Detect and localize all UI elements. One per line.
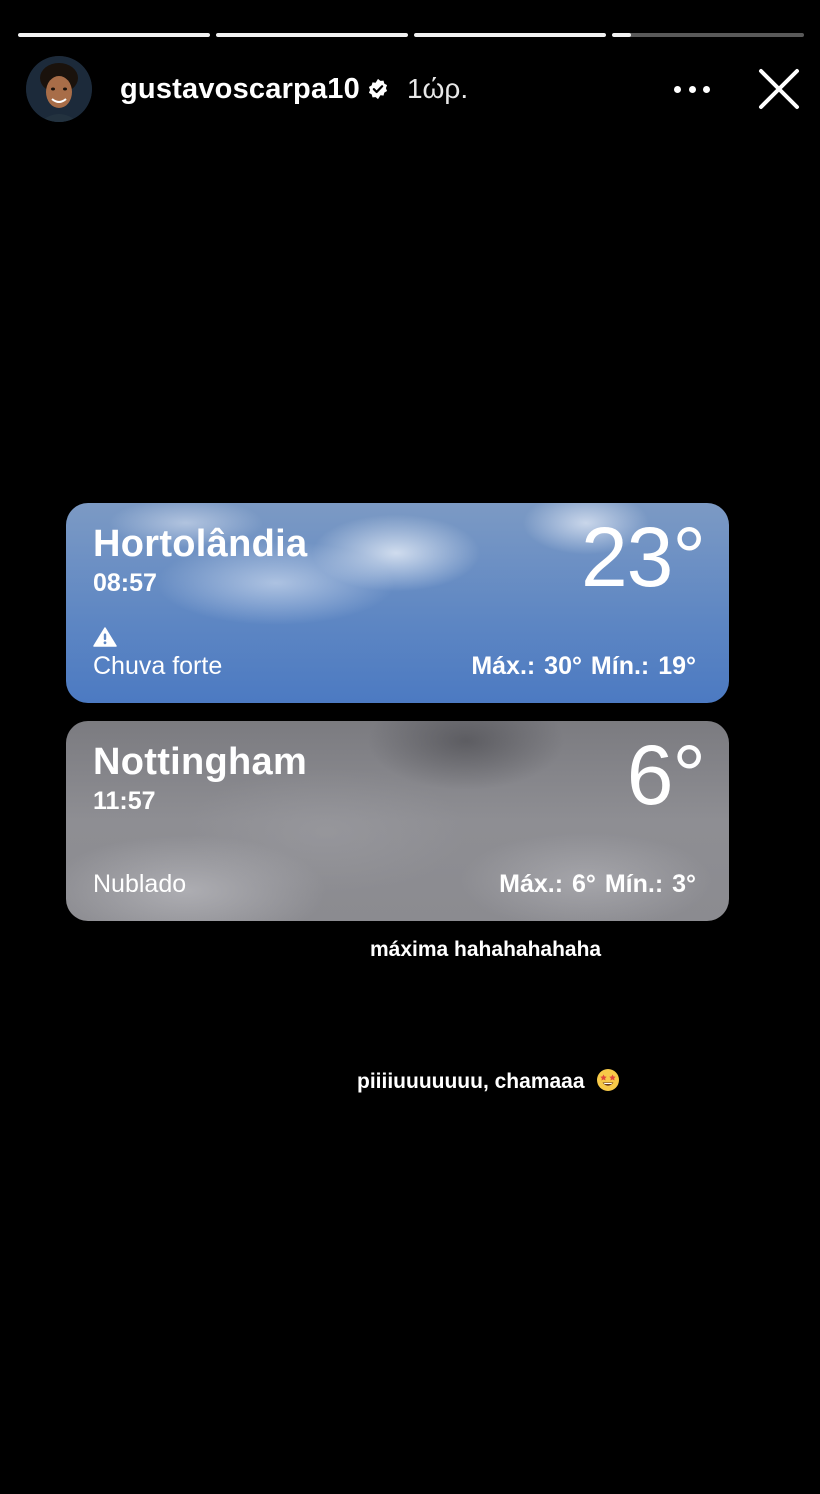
city-name: Hortolândia bbox=[93, 523, 308, 565]
high-low-temperature: Máx.: 6° Mín.: 3° bbox=[499, 870, 696, 898]
weather-card-hortolandia: Hortolândia 08:57 23° Chuva forte Máx.: … bbox=[66, 503, 729, 703]
caption-text: piiiiuuuuuuu, chamaaa bbox=[357, 1070, 585, 1093]
story-caption-2: piiiiuuuuuuu, chamaaa bbox=[357, 1068, 620, 1094]
story-header: gustavoscarpa10 1ώρ. bbox=[26, 56, 802, 122]
post-time: 1ώρ. bbox=[406, 73, 469, 104]
progress-segment-2 bbox=[216, 33, 408, 37]
progress-fill-3 bbox=[414, 33, 606, 37]
warning-icon bbox=[93, 627, 117, 647]
local-time: 11:57 bbox=[93, 787, 156, 815]
weather-condition: Nublado bbox=[93, 870, 187, 898]
progress-fill-1 bbox=[18, 33, 210, 37]
current-temperature: 23° bbox=[580, 510, 706, 604]
avatar-image bbox=[26, 56, 92, 122]
progress-segment-1 bbox=[18, 33, 210, 37]
progress-fill-2 bbox=[216, 33, 408, 37]
avatar[interactable] bbox=[26, 56, 92, 122]
city-name: Nottingham bbox=[93, 741, 308, 783]
story-progress-bar bbox=[18, 33, 804, 37]
caption-text: máxima hahahahahaha bbox=[370, 938, 602, 961]
verified-badge-icon bbox=[368, 78, 388, 100]
progress-fill-4 bbox=[612, 33, 632, 37]
progress-segment-4 bbox=[612, 33, 804, 37]
username[interactable]: gustavoscarpa10 bbox=[120, 73, 360, 106]
more-dots-icon[interactable] bbox=[674, 69, 710, 109]
current-temperature: 6° bbox=[626, 728, 706, 822]
story-caption-1: máxima hahahahahaha bbox=[370, 938, 601, 962]
local-time: 08:57 bbox=[93, 569, 157, 597]
weather-condition: Chuva forte bbox=[93, 652, 223, 680]
star-struck-emoji-icon bbox=[597, 1069, 620, 1091]
high-low-temperature: Máx.: 30° Mín.: 19° bbox=[471, 652, 696, 680]
close-icon[interactable] bbox=[758, 68, 800, 110]
weather-card-nottingham: Nottingham 11:57 6° Nublado Máx.: 6° Mín… bbox=[66, 721, 729, 921]
progress-segment-3 bbox=[414, 33, 606, 37]
